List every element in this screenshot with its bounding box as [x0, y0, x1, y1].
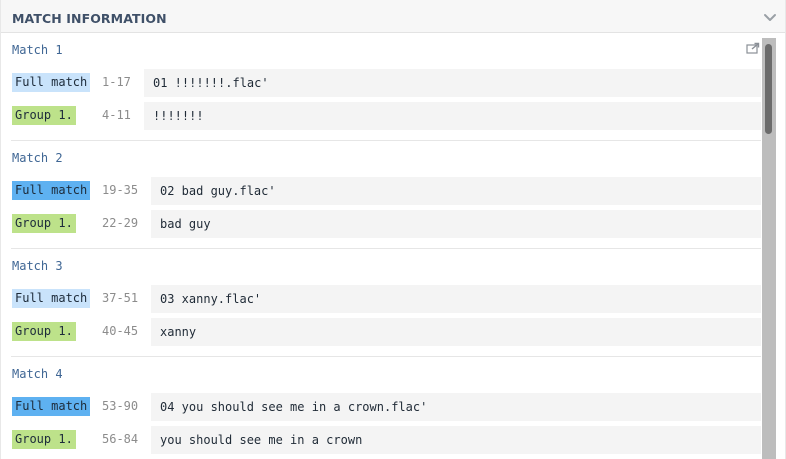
group-value: you should see me in a crown	[151, 426, 761, 454]
group-range: 4-11	[102, 108, 131, 122]
match-list: Match 1 Full match 1-17 01 !!!!!!!.flac'…	[1, 33, 761, 459]
group-value: !!!!!!!	[144, 102, 761, 130]
group-tag: Group 1.	[12, 430, 76, 449]
group-range: 56-84	[102, 432, 139, 446]
match-range: 37-51	[102, 291, 139, 305]
match-range: 53-90	[102, 399, 139, 413]
match-range: 19-35	[102, 183, 139, 197]
scrollbar-thumb[interactable]	[765, 44, 772, 134]
match-item: Match 1 Full match 1-17 01 !!!!!!!.flac'…	[1, 33, 761, 141]
panel-title: MATCH INFORMATION	[12, 11, 167, 26]
full-match-row[interactable]: Full match 1-17 01 !!!!!!!.flac'	[1, 69, 761, 97]
match-value: 03 xanny.flac'	[151, 285, 761, 313]
match-item: Match 4 Full match 53-90 04 you should s…	[1, 357, 761, 459]
match-value: 01 !!!!!!!.flac'	[144, 69, 761, 97]
match-title: Match 4	[12, 367, 63, 381]
group-row[interactable]: Group 1. 40-45 xanny	[1, 318, 761, 346]
group-range: 22-29	[102, 216, 139, 230]
full-match-row[interactable]: Full match 37-51 03 xanny.flac'	[1, 285, 761, 313]
group-row[interactable]: Group 1. 22-29 bad guy	[1, 210, 761, 238]
match-range: 1-17	[102, 75, 131, 89]
group-tag: Group 1.	[12, 106, 76, 125]
full-match-tag: Full match	[12, 289, 91, 308]
match-value: 04 you should see me in a crown.flac'	[151, 393, 761, 421]
group-value: bad guy	[151, 210, 761, 238]
panel-header[interactable]: MATCH INFORMATION	[1, 0, 785, 33]
full-match-row[interactable]: Full match 19-35 02 bad guy.flac'	[1, 177, 761, 205]
group-tag: Group 1.	[12, 214, 76, 233]
match-title: Match 1	[12, 43, 63, 57]
full-match-row[interactable]: Full match 53-90 04 you should see me in…	[1, 393, 761, 421]
vertical-scrollbar[interactable]	[762, 38, 776, 459]
match-item: Match 3 Full match 37-51 03 xanny.flac' …	[1, 249, 761, 357]
group-tag: Group 1.	[12, 322, 76, 341]
full-match-tag: Full match	[12, 397, 91, 416]
group-range: 40-45	[102, 324, 139, 338]
chevron-down-icon[interactable]	[763, 12, 777, 24]
share-icon[interactable]	[746, 42, 760, 54]
match-information-panel: MATCH INFORMATION Match 1 Full match 1-1…	[0, 0, 786, 459]
full-match-tag: Full match	[12, 181, 91, 200]
match-title: Match 2	[12, 151, 63, 165]
group-value: xanny	[151, 318, 761, 346]
group-row[interactable]: Group 1. 4-11 !!!!!!!	[1, 102, 761, 130]
match-title: Match 3	[12, 259, 63, 273]
match-item: Match 2 Full match 19-35 02 bad guy.flac…	[1, 141, 761, 249]
match-value: 02 bad guy.flac'	[151, 177, 761, 205]
full-match-tag: Full match	[12, 73, 91, 92]
group-row[interactable]: Group 1. 56-84 you should see me in a cr…	[1, 426, 761, 454]
